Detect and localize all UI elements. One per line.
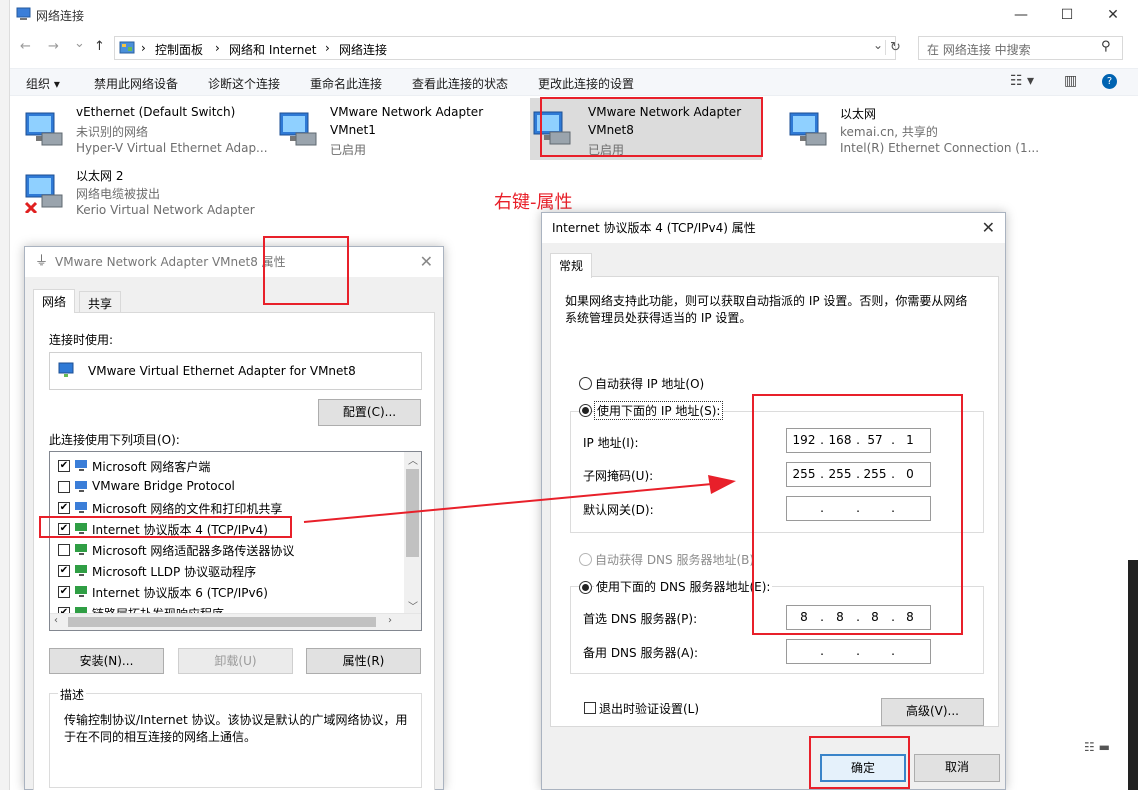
screenshot-root: 网络连接 — ☐ ✕ ← → ⌄ ↑ › 控制面板 › 网络和 Internet… — [0, 0, 1138, 790]
tab-network[interactable]: 网络 — [33, 289, 76, 313]
background-window-edge — [1128, 560, 1138, 790]
annotation-arrow — [303, 475, 736, 523]
status-bar-view-icons[interactable]: ☷ ▬ — [1084, 740, 1110, 754]
tab-general[interactable]: 常规 — [550, 253, 593, 278]
